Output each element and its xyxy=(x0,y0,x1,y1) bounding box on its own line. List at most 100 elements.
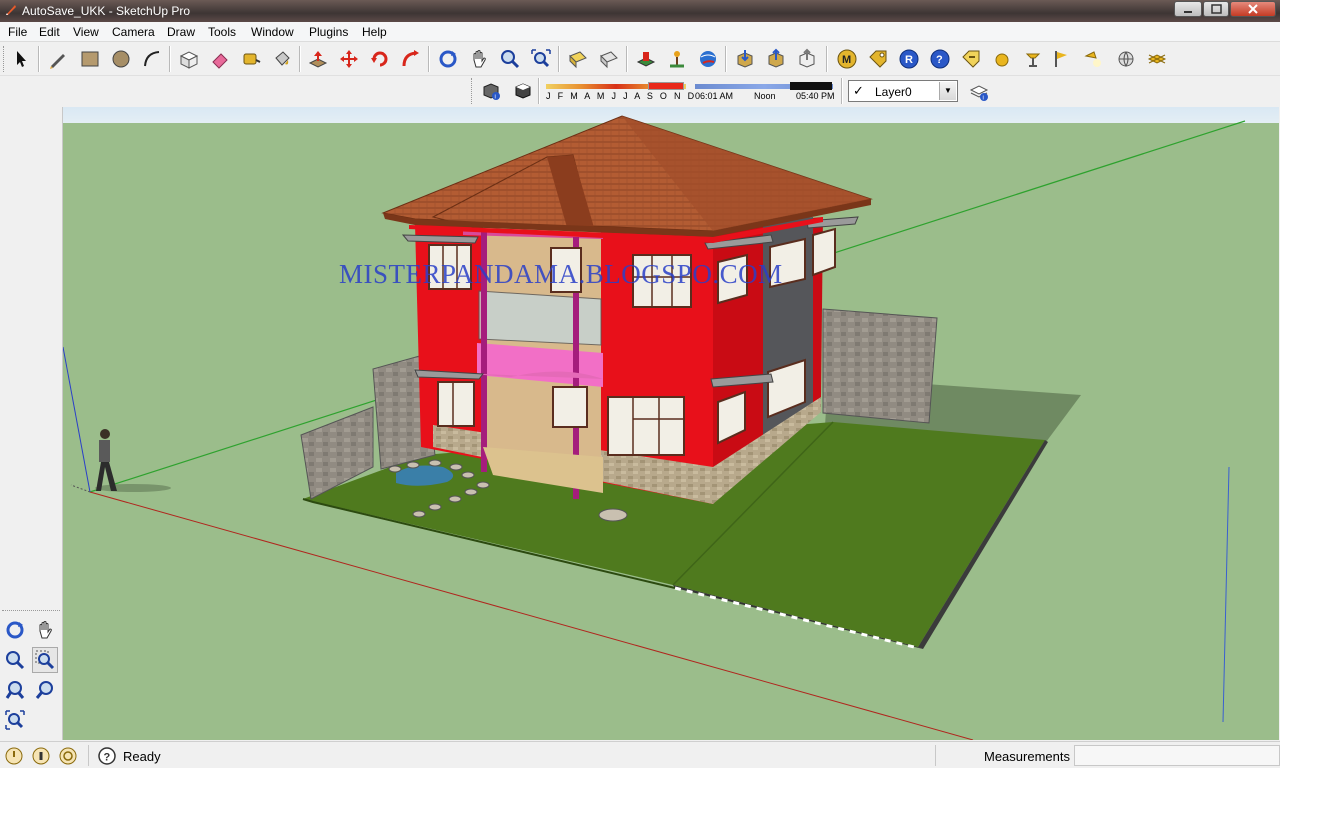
chevron-down-icon[interactable]: ▼ xyxy=(939,82,956,100)
pan-side-button[interactable] xyxy=(32,617,58,643)
month-slider-thumb[interactable] xyxy=(648,82,684,90)
m-plugin-button[interactable]: M xyxy=(834,46,860,72)
sphere-button[interactable] xyxy=(989,46,1015,72)
previous-side-button[interactable] xyxy=(2,677,28,703)
pencil-icon xyxy=(50,54,65,69)
globe-icon xyxy=(700,51,716,67)
pointer-light-button[interactable] xyxy=(1080,46,1106,72)
make-component-button[interactable] xyxy=(176,46,202,72)
follow-me-button[interactable] xyxy=(398,46,424,72)
move-tool-button[interactable] xyxy=(336,46,362,72)
next-view-button[interactable] xyxy=(596,46,622,72)
rectangle-icon xyxy=(81,51,99,67)
menu-bar: File Edit View Camera Draw Tools Window … xyxy=(0,22,1280,42)
r-plugin-button[interactable]: R xyxy=(896,46,922,72)
zoom-extents-button[interactable] xyxy=(528,46,554,72)
zoom-tool-button[interactable] xyxy=(497,46,523,72)
sketchup-window: AutoSave_UKK - SketchUp Pro File Edit Vi… xyxy=(0,0,1280,768)
next-view-icon xyxy=(600,51,618,69)
arc-tool-button[interactable] xyxy=(139,46,165,72)
menu-file[interactable]: File xyxy=(8,25,27,39)
push-pull-button[interactable] xyxy=(305,46,331,72)
minimize-button[interactable] xyxy=(1174,1,1202,17)
menu-edit[interactable]: Edit xyxy=(39,25,60,39)
paint-bucket-icon xyxy=(275,51,290,66)
tape-measure-icon xyxy=(243,53,261,65)
toolbar-separator xyxy=(299,46,301,72)
sketchup-app-icon xyxy=(6,5,16,15)
paint-bucket-button[interactable] xyxy=(269,46,295,72)
shadow-settings-button[interactable]: i xyxy=(478,78,504,104)
pan-tool-button[interactable] xyxy=(466,46,492,72)
pencil-tool-button[interactable] xyxy=(45,46,71,72)
balcony-railing xyxy=(478,290,602,346)
svg-text:?: ? xyxy=(104,752,111,764)
user-icon[interactable] xyxy=(58,746,78,766)
rotate-tool-button[interactable] xyxy=(367,46,393,72)
google-earth-button[interactable] xyxy=(695,46,721,72)
time-slider-thumb[interactable] xyxy=(790,82,832,90)
lamp-icon xyxy=(1025,53,1041,67)
close-button[interactable] xyxy=(1230,1,1276,17)
plane-button[interactable] xyxy=(1144,46,1170,72)
arc-icon xyxy=(144,51,160,67)
toggle-terrain-button[interactable] xyxy=(664,46,690,72)
lamp-button[interactable] xyxy=(1020,46,1046,72)
share-component-button[interactable] xyxy=(794,46,820,72)
tape-measure-button[interactable] xyxy=(238,46,264,72)
geo-location-icon[interactable] xyxy=(4,746,24,766)
orbit-side-button[interactable] xyxy=(2,617,28,643)
circle-icon xyxy=(112,50,130,68)
menu-help[interactable]: Help xyxy=(362,25,387,39)
menu-camera[interactable]: Camera xyxy=(112,25,155,39)
zoom-side-button[interactable] xyxy=(2,647,28,673)
get-models-icon xyxy=(737,50,753,68)
menu-tools[interactable]: Tools xyxy=(208,25,236,39)
zoom-extents-side-button[interactable] xyxy=(2,707,28,733)
zoom-window-side-button[interactable] xyxy=(32,647,58,673)
layer-dropdown[interactable]: ✓ Layer0 ▼ xyxy=(848,80,958,102)
menu-view[interactable]: View xyxy=(73,25,99,39)
rectangle-tool-button[interactable] xyxy=(77,46,103,72)
svg-text:?: ? xyxy=(936,54,943,66)
toolbar-separator xyxy=(826,46,828,72)
select-tool-button[interactable] xyxy=(8,46,34,72)
eraser-tool-button[interactable] xyxy=(207,46,233,72)
toolbar-grip[interactable] xyxy=(2,610,60,611)
measurements-input[interactable] xyxy=(1074,745,1280,766)
flag-button[interactable] xyxy=(1048,46,1074,72)
get-models-button[interactable] xyxy=(732,46,758,72)
maximize-button[interactable] xyxy=(1203,1,1229,17)
toolbar-grip[interactable] xyxy=(471,78,474,104)
label-plugin-button[interactable] xyxy=(958,46,984,72)
next-side-button[interactable] xyxy=(32,677,58,703)
add-location-button[interactable] xyxy=(633,46,659,72)
help-icon: ? xyxy=(930,49,950,69)
main-toolbar: M R ? xyxy=(0,43,1280,76)
share-model-button[interactable] xyxy=(763,46,789,72)
shadow-settings-icon: i xyxy=(483,83,500,101)
credits-icon[interactable] xyxy=(31,746,51,766)
tag-plugin-button[interactable] xyxy=(865,46,891,72)
svg-text:M: M xyxy=(842,54,851,66)
current-layer-check-icon: ✓ xyxy=(853,83,864,98)
label-icon xyxy=(962,50,980,68)
title-bar: AutoSave_UKK - SketchUp Pro xyxy=(0,0,1280,22)
eraser-icon xyxy=(212,53,228,69)
menu-draw[interactable]: Draw xyxy=(167,25,195,39)
toolbar-grip[interactable] xyxy=(3,46,6,72)
display-shadows-button[interactable] xyxy=(510,78,536,104)
help-button[interactable]: ? xyxy=(927,46,953,72)
layer-manager-button[interactable]: i xyxy=(966,79,992,105)
menu-window[interactable]: Window xyxy=(251,25,294,39)
restore-icon xyxy=(1211,4,1222,14)
spherical-button[interactable] xyxy=(1113,46,1139,72)
orbit-tool-button[interactable] xyxy=(435,46,461,72)
circle-tool-button[interactable] xyxy=(108,46,134,72)
instructor-help-icon[interactable]: ? xyxy=(97,746,117,766)
tag-icon xyxy=(869,50,887,68)
model-viewport[interactable]: MISTERPANDAMA.BLOGSPO.COM xyxy=(63,107,1279,740)
window-title: AutoSave_UKK - SketchUp Pro xyxy=(22,4,191,18)
previous-view-button[interactable] xyxy=(565,46,591,72)
menu-plugins[interactable]: Plugins xyxy=(309,25,348,39)
